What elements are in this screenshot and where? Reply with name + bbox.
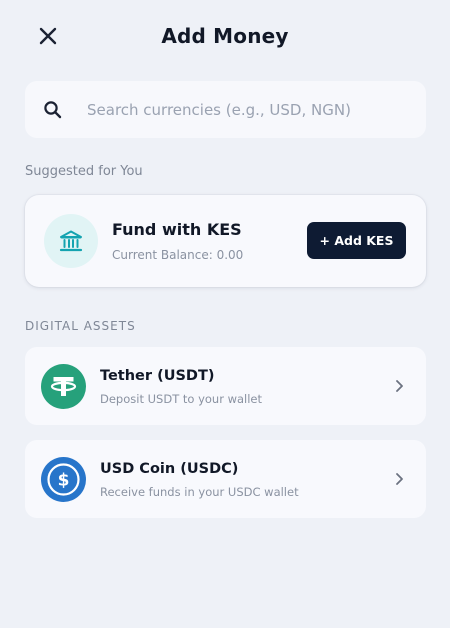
fund-title: Fund with KES bbox=[112, 220, 242, 239]
current-balance: Current Balance: 0.00 bbox=[112, 248, 244, 262]
search-input[interactable] bbox=[87, 100, 387, 119]
close-icon bbox=[39, 27, 57, 45]
search-icon bbox=[43, 100, 63, 120]
suggested-section-label: Suggested for You bbox=[25, 164, 143, 179]
bank-icon-badge bbox=[44, 214, 98, 268]
asset-item-usdt[interactable]: Tether (USDT) Deposit USDT to your walle… bbox=[25, 347, 426, 425]
close-button[interactable] bbox=[30, 18, 66, 54]
chevron-right-icon bbox=[392, 377, 406, 395]
bank-icon bbox=[59, 230, 83, 252]
asset-item-usdc[interactable]: $ USD Coin (USDC) Receive funds in your … bbox=[25, 440, 426, 518]
page-title: Add Money bbox=[161, 24, 289, 48]
asset-name: USD Coin (USDC) bbox=[100, 461, 239, 477]
add-kes-button[interactable]: + Add KES bbox=[307, 222, 406, 259]
usdc-logo-icon: $ bbox=[41, 457, 86, 502]
chevron-right-icon bbox=[392, 470, 406, 488]
asset-description: Receive funds in your USDC wallet bbox=[100, 485, 299, 499]
asset-description: Deposit USDT to your wallet bbox=[100, 392, 263, 406]
fund-kes-card: Fund with KES Current Balance: 0.00 + Ad… bbox=[25, 195, 426, 287]
asset-name: Tether (USDT) bbox=[100, 368, 215, 384]
search-bar[interactable] bbox=[25, 81, 426, 138]
header: Add Money bbox=[0, 0, 450, 72]
svg-text:$: $ bbox=[58, 471, 70, 491]
digital-assets-section-label: DIGITAL ASSETS bbox=[25, 319, 136, 333]
tether-logo-icon bbox=[41, 364, 86, 409]
